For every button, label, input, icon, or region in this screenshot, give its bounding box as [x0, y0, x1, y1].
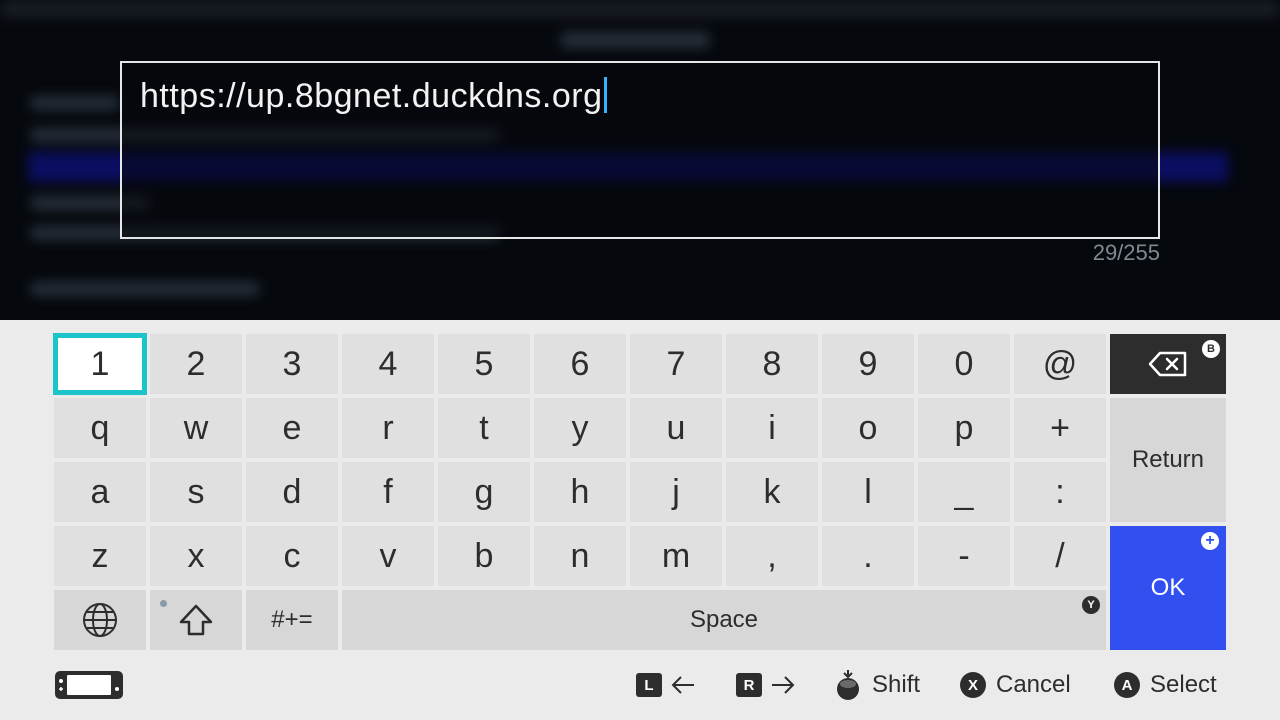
key-s[interactable]: s — [150, 462, 242, 522]
key-5[interactable]: 5 — [438, 334, 530, 394]
key-2[interactable]: 2 — [150, 334, 242, 394]
key-u[interactable]: u — [630, 398, 722, 458]
key-_[interactable]: _ — [918, 462, 1010, 522]
key-z[interactable]: z — [54, 526, 146, 586]
return-key[interactable]: Return — [1110, 398, 1226, 522]
key-8[interactable]: 8 — [726, 334, 818, 394]
key-i[interactable]: i — [726, 398, 818, 458]
arrow-left-icon — [671, 676, 694, 694]
key-r[interactable]: r — [342, 398, 434, 458]
key-0[interactable]: 0 — [918, 334, 1010, 394]
character-counter: 29/255 — [1092, 240, 1160, 265]
key-d[interactable]: d — [246, 462, 338, 522]
r-button-badge: R — [736, 673, 762, 697]
key-7[interactable]: 7 — [630, 334, 722, 394]
ok-label: OK — [1150, 574, 1186, 601]
key-n[interactable]: n — [534, 526, 626, 586]
select-hint-label: Select — [1150, 671, 1217, 698]
shift-hint[interactable]: Shift — [834, 668, 920, 702]
key-t[interactable]: t — [438, 398, 530, 458]
key-y[interactable]: y — [534, 398, 626, 458]
key-b[interactable]: b — [438, 526, 530, 586]
url-input-value: https://up.8bgnet.duckdns.org — [140, 77, 608, 116]
cancel-hint[interactable]: X Cancel — [960, 668, 1071, 702]
blurred-background-app: https://up.8bgnet.duckdns.org 29/255 — [0, 0, 1280, 320]
key-c[interactable]: c — [246, 526, 338, 586]
key-/[interactable]: / — [1014, 526, 1106, 586]
shift-key[interactable] — [150, 590, 242, 650]
key-+[interactable]: + — [1014, 398, 1106, 458]
key-1[interactable]: 1 — [54, 334, 146, 394]
ok-key[interactable]: OK + — [1110, 526, 1226, 650]
space-label: Space — [689, 606, 759, 633]
key-q[interactable]: q — [54, 398, 146, 458]
language-globe-key[interactable] — [54, 590, 146, 650]
backspace-icon — [1148, 351, 1187, 377]
key-v[interactable]: v — [342, 526, 434, 586]
arrow-right-icon — [772, 676, 795, 694]
select-hint[interactable]: A Select — [1114, 668, 1217, 702]
key-k[interactable]: k — [726, 462, 818, 522]
a-button-badge: A — [1114, 672, 1140, 698]
text-caret — [604, 77, 608, 113]
key-6[interactable]: 6 — [534, 334, 626, 394]
cancel-hint-label: Cancel — [996, 671, 1071, 698]
key-,[interactable]: , — [726, 526, 818, 586]
key-l[interactable]: l — [822, 462, 914, 522]
x-button-badge: X — [960, 672, 986, 698]
l-button-badge: L — [636, 673, 662, 697]
key-p[interactable]: p — [918, 398, 1010, 458]
cursor-left-hint[interactable]: L — [636, 668, 698, 702]
key-@[interactable]: @ — [1014, 334, 1106, 394]
backspace-key[interactable]: B — [1110, 334, 1226, 394]
key-3[interactable]: 3 — [246, 334, 338, 394]
key-j[interactable]: j — [630, 462, 722, 522]
key-a[interactable]: a — [54, 462, 146, 522]
shift-indicator-dot — [160, 600, 167, 607]
key--[interactable]: - — [918, 526, 1010, 586]
symbols-key[interactable]: #+= — [246, 590, 338, 650]
y-button-badge: Y — [1082, 596, 1100, 614]
plus-button-badge: + — [1201, 532, 1219, 550]
key-.[interactable]: . — [822, 526, 914, 586]
key-9[interactable]: 9 — [822, 334, 914, 394]
cursor-right-hint[interactable]: R — [736, 668, 798, 702]
handheld-console-icon — [55, 671, 123, 699]
key-e[interactable]: e — [246, 398, 338, 458]
handheld-mode-indicator — [54, 668, 124, 702]
b-button-badge: B — [1202, 340, 1220, 358]
key-w[interactable]: w — [150, 398, 242, 458]
shift-hint-label: Shift — [872, 671, 921, 698]
shift-arrow-icon — [179, 604, 213, 636]
key-o[interactable]: o — [822, 398, 914, 458]
key-4[interactable]: 4 — [342, 334, 434, 394]
stick-press-icon — [837, 670, 859, 700]
key-h[interactable]: h — [534, 462, 626, 522]
key-f[interactable]: f — [342, 462, 434, 522]
globe-icon — [83, 603, 117, 637]
space-key[interactable]: Space Y — [342, 590, 1106, 650]
key-g[interactable]: g — [438, 462, 530, 522]
url-input-field[interactable]: https://up.8bgnet.duckdns.org — [120, 61, 1160, 239]
key-m[interactable]: m — [630, 526, 722, 586]
key-x[interactable]: x — [150, 526, 242, 586]
key-:[interactable]: : — [1014, 462, 1106, 522]
